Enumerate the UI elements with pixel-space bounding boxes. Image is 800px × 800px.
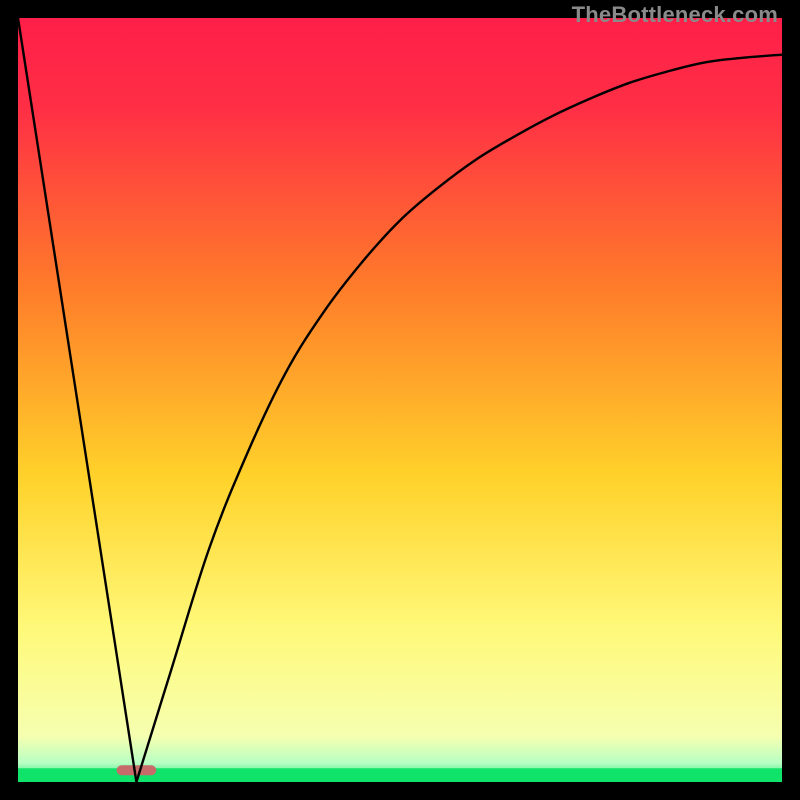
chart-frame <box>18 18 782 782</box>
bottleneck-chart <box>18 18 782 782</box>
watermark-text: TheBottleneck.com <box>572 2 778 28</box>
gradient-background <box>18 18 782 782</box>
minimum-marker <box>117 765 157 775</box>
